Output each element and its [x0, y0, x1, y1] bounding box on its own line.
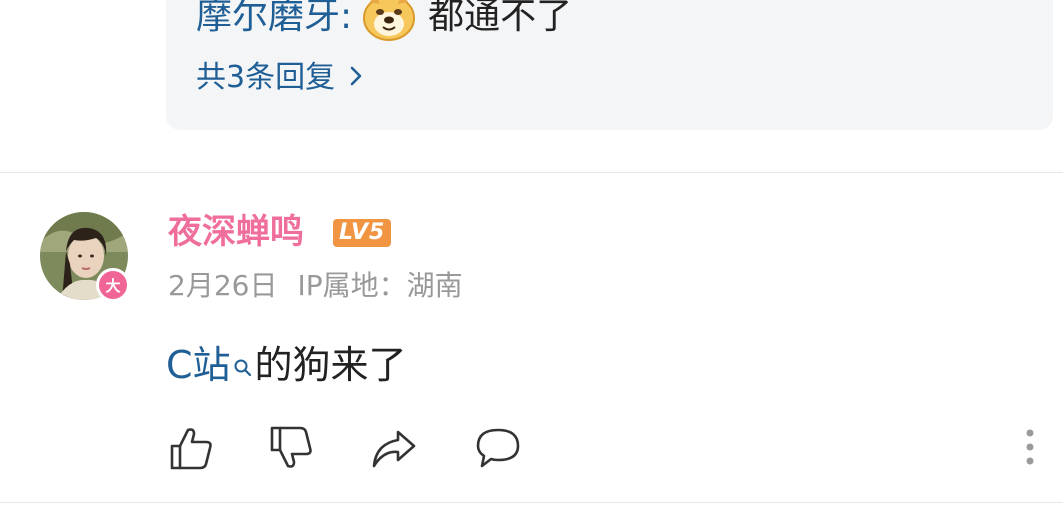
- search-keyword-link[interactable]: C站: [166, 338, 231, 392]
- thumbs-up-icon[interactable]: [168, 424, 216, 472]
- doge-emoji-icon: [362, 0, 416, 42]
- comment-meta: 2月26日 IP属地：湖南: [168, 264, 463, 308]
- reply-text: 都通不了: [428, 0, 573, 37]
- comment-content: C站 的狗来了: [166, 338, 407, 392]
- view-replies-link[interactable]: 共3条回复: [196, 56, 363, 100]
- level-badge: LV5: [333, 219, 392, 247]
- comment-page: 摩尔磨牙 : 都通不了 共3条回复 大 夜深蝉鸣 LV5 2月26日 IP属地：…: [0, 0, 1063, 514]
- thumbs-down-icon[interactable]: [268, 424, 316, 472]
- view-replies-label: 共3条回复: [196, 60, 336, 95]
- chevron-right-icon: [349, 56, 363, 100]
- comment-text: 的狗来了: [254, 343, 407, 387]
- reply-author[interactable]: 摩尔磨牙: [196, 0, 340, 42]
- more-vertical-icon[interactable]: [1020, 428, 1040, 468]
- comment-date: 2月26日: [168, 269, 278, 302]
- username[interactable]: 夜深蝉鸣: [168, 208, 304, 256]
- search-icon[interactable]: [233, 342, 253, 377]
- reply-preview-line: 摩尔磨牙 : 都通不了: [196, 0, 572, 42]
- reply-colon: :: [340, 0, 353, 37]
- divider: [0, 172, 1063, 173]
- avatar-badge: 大: [96, 268, 130, 302]
- comment-bubble-icon[interactable]: [474, 424, 522, 472]
- ip-location: IP属地：湖南: [297, 269, 463, 302]
- divider: [0, 502, 1063, 503]
- share-icon[interactable]: [370, 424, 418, 472]
